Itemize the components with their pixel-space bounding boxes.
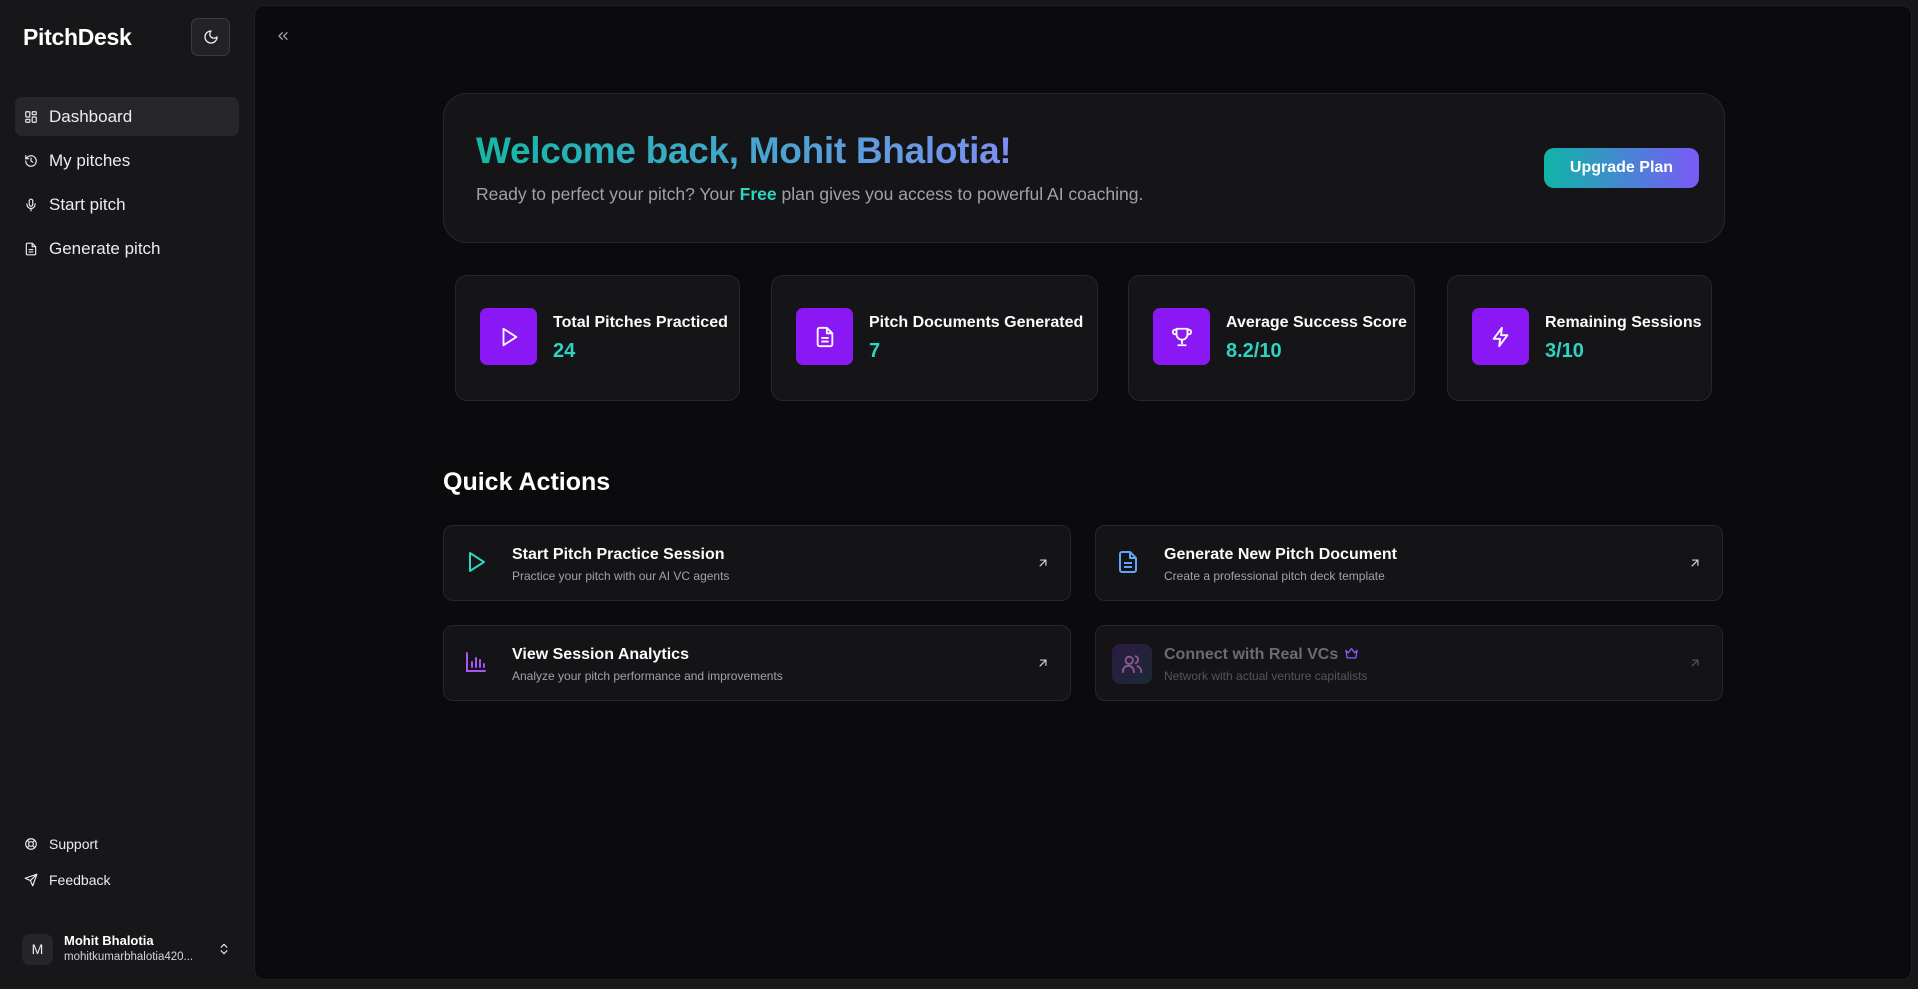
action-title-text: Connect with Real VCs (1164, 646, 1339, 663)
user-name: Mohit Bhalotia (64, 933, 154, 948)
user-info: Mohit Bhalotia mohitkumarbhalotia420... (64, 933, 206, 965)
sidebar-item-label: Start pitch (49, 194, 126, 214)
stat-label: Total Pitches Practiced (553, 314, 728, 331)
collapse-sidebar-button[interactable] (275, 28, 291, 47)
avatar: M (22, 933, 53, 965)
feedback-link[interactable]: Feedback (15, 862, 239, 898)
sidebar: PitchDesk Dashboard My pitches Start pit… (0, 0, 254, 989)
upgrade-plan-button[interactable]: Upgrade Plan (1544, 148, 1699, 188)
history-icon (25, 154, 37, 167)
sidebar-nav: Dashboard My pitches Start pitch Generat… (15, 97, 239, 273)
stat-value: 7 (869, 340, 881, 362)
sidebar-item-dashboard[interactable]: Dashboard (15, 97, 239, 136)
play-icon (502, 327, 517, 346)
support-link[interactable]: Support (15, 826, 239, 862)
action-title: Start Pitch Practice Session (512, 546, 725, 563)
arrow-up-right-icon (1691, 659, 1699, 667)
action-start-practice[interactable]: Start Pitch Practice Session Practice yo… (443, 525, 1071, 601)
app-logo[interactable]: PitchDesk (23, 24, 132, 51)
stat-card-documents: Pitch Documents Generated 7 (771, 275, 1098, 401)
welcome-title: Welcome back, Mohit Bhalotia! (476, 130, 1012, 171)
support-label: Support (49, 836, 99, 852)
action-view-analytics[interactable]: View Session Analytics Analyze your pitc… (443, 625, 1071, 701)
sidebar-footer: Support Feedback (15, 826, 239, 898)
app-root: PitchDesk Dashboard My pitches Start pit… (0, 0, 1918, 989)
document-icon (816, 326, 833, 347)
main-content: Welcome back, Mohit Bhalotia! Ready to p… (254, 5, 1912, 980)
stat-value: 8.2/10 (1226, 340, 1282, 362)
lifebuoy-icon (25, 838, 37, 850)
stat-icon-container (796, 308, 853, 365)
user-email: mohitkumarbhalotia420... (64, 951, 194, 963)
stat-icon-container (1153, 308, 1210, 365)
welcome-card: Welcome back, Mohit Bhalotia! Ready to p… (443, 93, 1725, 243)
action-description: Network with actual venture capitalists (1164, 669, 1368, 683)
sidebar-item-my-pitches[interactable]: My pitches (15, 141, 239, 180)
stat-icon-container (480, 308, 537, 365)
user-menu[interactable]: M Mohit Bhalotia mohitkumarbhalotia420..… (15, 928, 239, 970)
action-title: Generate New Pitch Document (1164, 546, 1397, 563)
dashboard-grid-icon (25, 110, 37, 123)
send-icon (24, 873, 38, 887)
action-title: View Session Analytics (512, 646, 689, 663)
stat-card-remaining-sessions: Remaining Sessions 3/10 (1447, 275, 1712, 401)
stat-value: 3/10 (1545, 340, 1584, 362)
sidebar-item-start-pitch[interactable]: Start pitch (15, 185, 239, 224)
sidebar-item-label: My pitches (49, 150, 131, 170)
chevrons-left-icon (278, 31, 288, 40)
trophy-icon (1171, 327, 1192, 346)
feedback-label: Feedback (49, 872, 111, 888)
plan-name: Free (739, 184, 777, 204)
bar-chart-icon (466, 652, 486, 672)
arrow-up-right-icon (1691, 559, 1699, 567)
welcome-subtitle-before: Ready to perfect your pitch? Your (476, 184, 740, 204)
play-icon (469, 552, 485, 572)
arrow-up-right-icon (1039, 659, 1047, 667)
crown-icon (1345, 647, 1358, 659)
stat-value: 24 (553, 340, 576, 362)
document-icon (25, 242, 37, 255)
stat-label: Remaining Sessions (1545, 314, 1702, 331)
users-icon (1121, 655, 1143, 674)
sidebar-item-label: Generate pitch (49, 238, 161, 258)
stat-label: Pitch Documents Generated (869, 314, 1084, 331)
arrow-up-right-icon (1039, 559, 1047, 567)
action-generate-document[interactable]: Generate New Pitch Document Create a pro… (1095, 525, 1723, 601)
welcome-subtitle: Ready to perfect your pitch? Your Free p… (476, 184, 1143, 205)
document-icon (1119, 551, 1137, 573)
sidebar-item-label: Dashboard (49, 106, 133, 126)
users-icon-container (1112, 644, 1152, 684)
action-description: Practice your pitch with our AI VC agent… (512, 569, 730, 583)
action-description: Analyze your pitch performance and impro… (512, 669, 783, 683)
stat-icon-container (1472, 308, 1529, 365)
microphone-icon (26, 198, 36, 211)
chevrons-up-down-icon (220, 943, 228, 955)
lightning-icon (1492, 326, 1508, 347)
action-connect-vcs[interactable]: Connect with Real VCs Network with actua… (1095, 625, 1723, 701)
quick-actions-title: Quick Actions (443, 468, 611, 496)
theme-toggle-button[interactable] (191, 18, 230, 56)
stat-card-success-score: Average Success Score 8.2/10 (1128, 275, 1415, 401)
stat-label: Average Success Score (1226, 314, 1407, 331)
stat-card-total-pitches: Total Pitches Practiced 24 (455, 275, 740, 401)
sidebar-item-generate-pitch[interactable]: Generate pitch (15, 229, 239, 268)
action-title: Connect with Real VCs (1164, 646, 1359, 664)
welcome-subtitle-after: plan gives you access to powerful AI coa… (776, 184, 1144, 204)
action-description: Create a professional pitch deck templat… (1164, 569, 1385, 583)
moon-icon (203, 30, 218, 44)
